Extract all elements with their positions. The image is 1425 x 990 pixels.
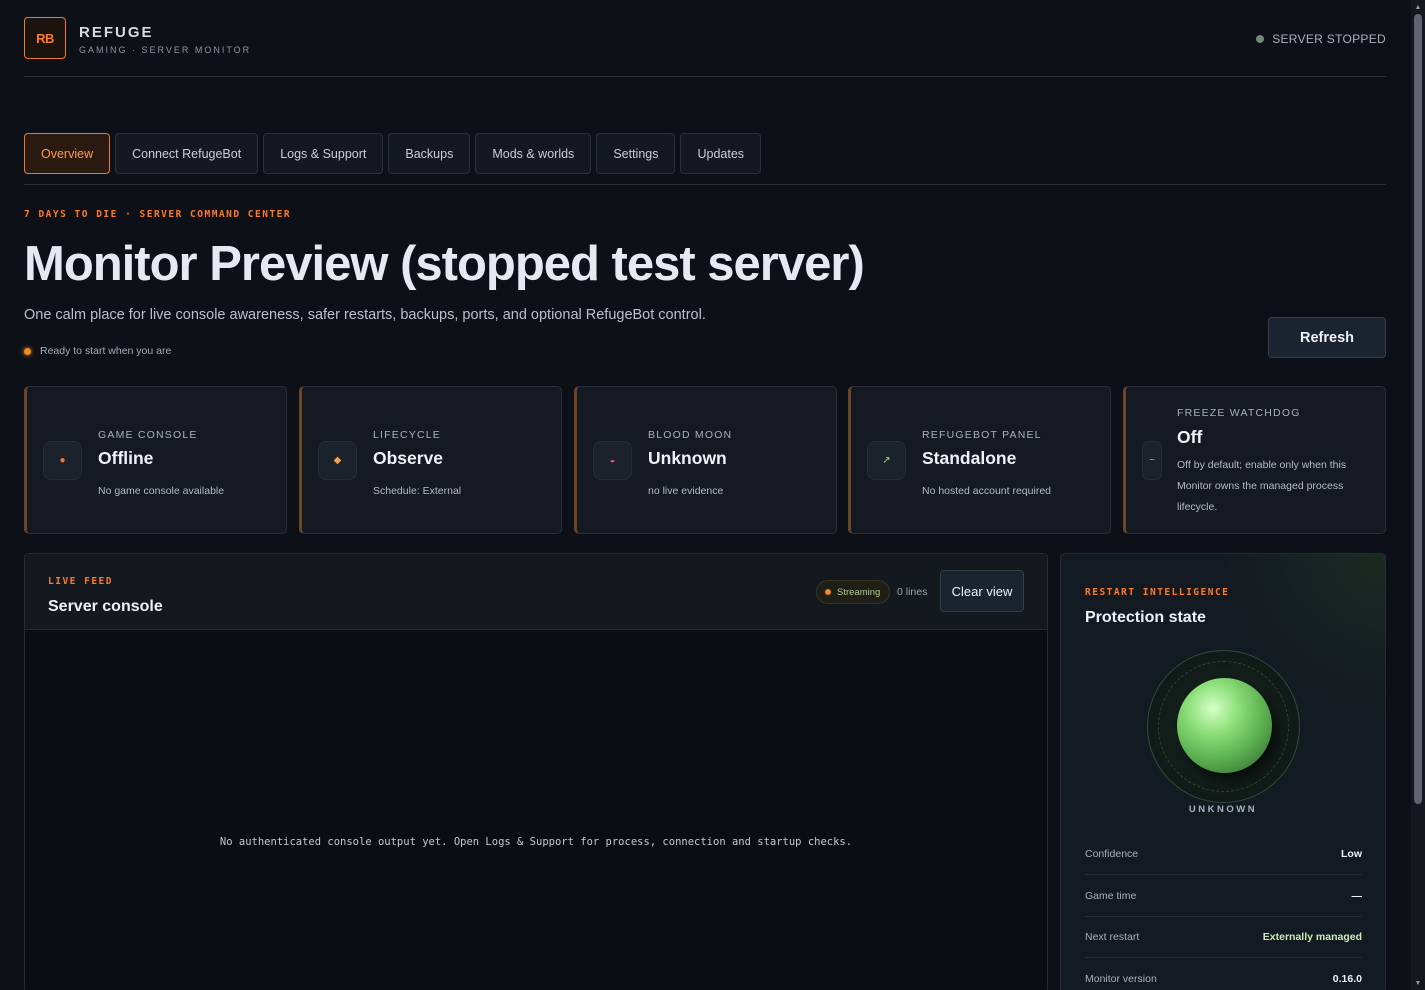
tab-bar: Overview Connect RefugeBot Logs & Suppor…: [24, 133, 762, 174]
row-game-time: Game time —: [1085, 875, 1362, 917]
page-title: Monitor Preview (stopped test server): [24, 237, 865, 291]
tabs-divider: [24, 184, 1386, 185]
hero-eyebrow: 7 DAYS TO DIE · SERVER COMMAND CENTER: [24, 209, 292, 220]
card-detail: no live evidence: [648, 485, 724, 497]
link-arrow-icon: ↗: [867, 441, 906, 480]
row-value: Low: [1341, 847, 1362, 860]
card-lifecycle: ◆ LIFECYCLE Observe Schedule: External: [299, 386, 562, 534]
streaming-label: Streaming: [837, 586, 881, 598]
server-status-label: SERVER STOPPED: [1272, 32, 1386, 46]
card-value: Observe: [373, 448, 444, 468]
card-label: LIFECYCLE: [373, 429, 441, 441]
watchdog-icon: ~: [1142, 441, 1162, 480]
card-detail: No game console available: [98, 485, 225, 497]
tab-settings[interactable]: Settings: [596, 133, 676, 174]
page-scrollbar[interactable]: ▲ ▼: [1411, 0, 1425, 990]
row-confidence: Confidence Low: [1085, 833, 1362, 875]
card-label: GAME CONSOLE: [98, 429, 198, 441]
scroll-thumb[interactable]: [1414, 14, 1422, 804]
card-detail: Schedule: External: [373, 485, 462, 497]
card-value: Offline: [98, 448, 154, 468]
console-title: Server console: [48, 598, 163, 615]
ready-status-label: Ready to start when you are: [40, 345, 172, 357]
row-key: Confidence: [1085, 847, 1139, 860]
row-value: Externally managed: [1262, 930, 1362, 943]
card-label: REFUGEBOT PANEL: [922, 429, 1042, 441]
page: RB REFUGE GAMING · SERVER MONITOR SERVER…: [24, 0, 1386, 990]
protection-orb: [1177, 678, 1272, 773]
line-count: 0 lines: [897, 586, 928, 598]
app-header: RB REFUGE GAMING · SERVER MONITOR SERVER…: [24, 0, 1386, 77]
tab-updates[interactable]: Updates: [680, 133, 762, 174]
ready-dot-icon: [24, 347, 31, 355]
tab-overview[interactable]: Overview: [24, 133, 111, 174]
clear-view-button[interactable]: Clear view: [940, 570, 1024, 612]
moon-icon: ◒: [593, 441, 632, 480]
row-monitor-version: Monitor version 0.16.0: [1085, 958, 1362, 990]
streaming-dot-icon: [825, 589, 831, 595]
brand-subtitle: GAMING · SERVER MONITOR: [79, 45, 252, 55]
dot-icon: ●: [43, 441, 82, 480]
row-key: Next restart: [1085, 930, 1140, 943]
refresh-button[interactable]: Refresh: [1268, 317, 1386, 358]
tab-backups[interactable]: Backups: [388, 133, 471, 174]
scroll-down-icon[interactable]: ▼: [1411, 976, 1425, 990]
card-game-console: ● GAME CONSOLE Offline No game console a…: [24, 386, 287, 534]
row-key: Monitor version: [1085, 972, 1157, 985]
protection-state-label: UNKNOWN: [1188, 804, 1258, 815]
streaming-badge: Streaming: [816, 580, 891, 604]
console-header: LIVE FEED Server console Streaming 0 lin…: [25, 554, 1047, 630]
brand-title: REFUGE: [79, 24, 154, 41]
diamond-icon: ◆: [318, 441, 357, 480]
row-next-restart: Next restart Externally managed: [1085, 916, 1362, 958]
tab-logs-support[interactable]: Logs & Support: [263, 133, 384, 174]
card-value: Unknown: [648, 448, 727, 468]
tab-mods-worlds[interactable]: Mods & worlds: [475, 133, 592, 174]
card-label: BLOOD MOON: [648, 429, 733, 441]
console-empty-message: No authenticated console output yet. Ope…: [219, 836, 853, 848]
page-description: One calm place for live console awarenes…: [24, 307, 706, 323]
status-cards: ● GAME CONSOLE Offline No game console a…: [24, 386, 1386, 534]
row-value: 0.16.0: [1332, 972, 1362, 985]
card-value: Off: [1177, 427, 1203, 447]
row-key: Game time: [1085, 889, 1137, 902]
server-console-panel: LIVE FEED Server console Streaming 0 lin…: [24, 553, 1048, 990]
status-dot-icon: [1256, 35, 1265, 43]
row-value: —: [1351, 889, 1363, 902]
card-freeze-watchdog: ~ FREEZE WATCHDOG Off Off by default; en…: [1123, 386, 1386, 534]
restart-eyebrow: RESTART INTELLIGENCE: [1085, 587, 1230, 598]
restart-title: Protection state: [1085, 609, 1206, 626]
protection-orb-ring: [1147, 650, 1300, 803]
card-blood-moon: ◒ BLOOD MOON Unknown no live evidence: [574, 386, 837, 534]
brand-logo: RB: [24, 17, 66, 59]
tab-connect-refugebot[interactable]: Connect RefugeBot: [115, 133, 259, 174]
restart-intelligence-panel: RESTART INTELLIGENCE Protection state UN…: [1060, 553, 1386, 990]
server-status-badge: SERVER STOPPED: [1256, 32, 1386, 46]
ready-status: Ready to start when you are: [24, 345, 171, 357]
card-label: FREEZE WATCHDOG: [1177, 407, 1301, 419]
card-value: Standalone: [922, 448, 1017, 468]
card-detail: No hosted account required: [922, 485, 1051, 497]
card-detail: Off by default; enable only when this Mo…: [1177, 459, 1347, 513]
console-eyebrow: LIVE FEED: [48, 576, 113, 587]
scroll-up-icon[interactable]: ▲: [1411, 0, 1425, 14]
card-refugebot-panel: ↗ REFUGEBOT PANEL Standalone No hosted a…: [848, 386, 1111, 534]
